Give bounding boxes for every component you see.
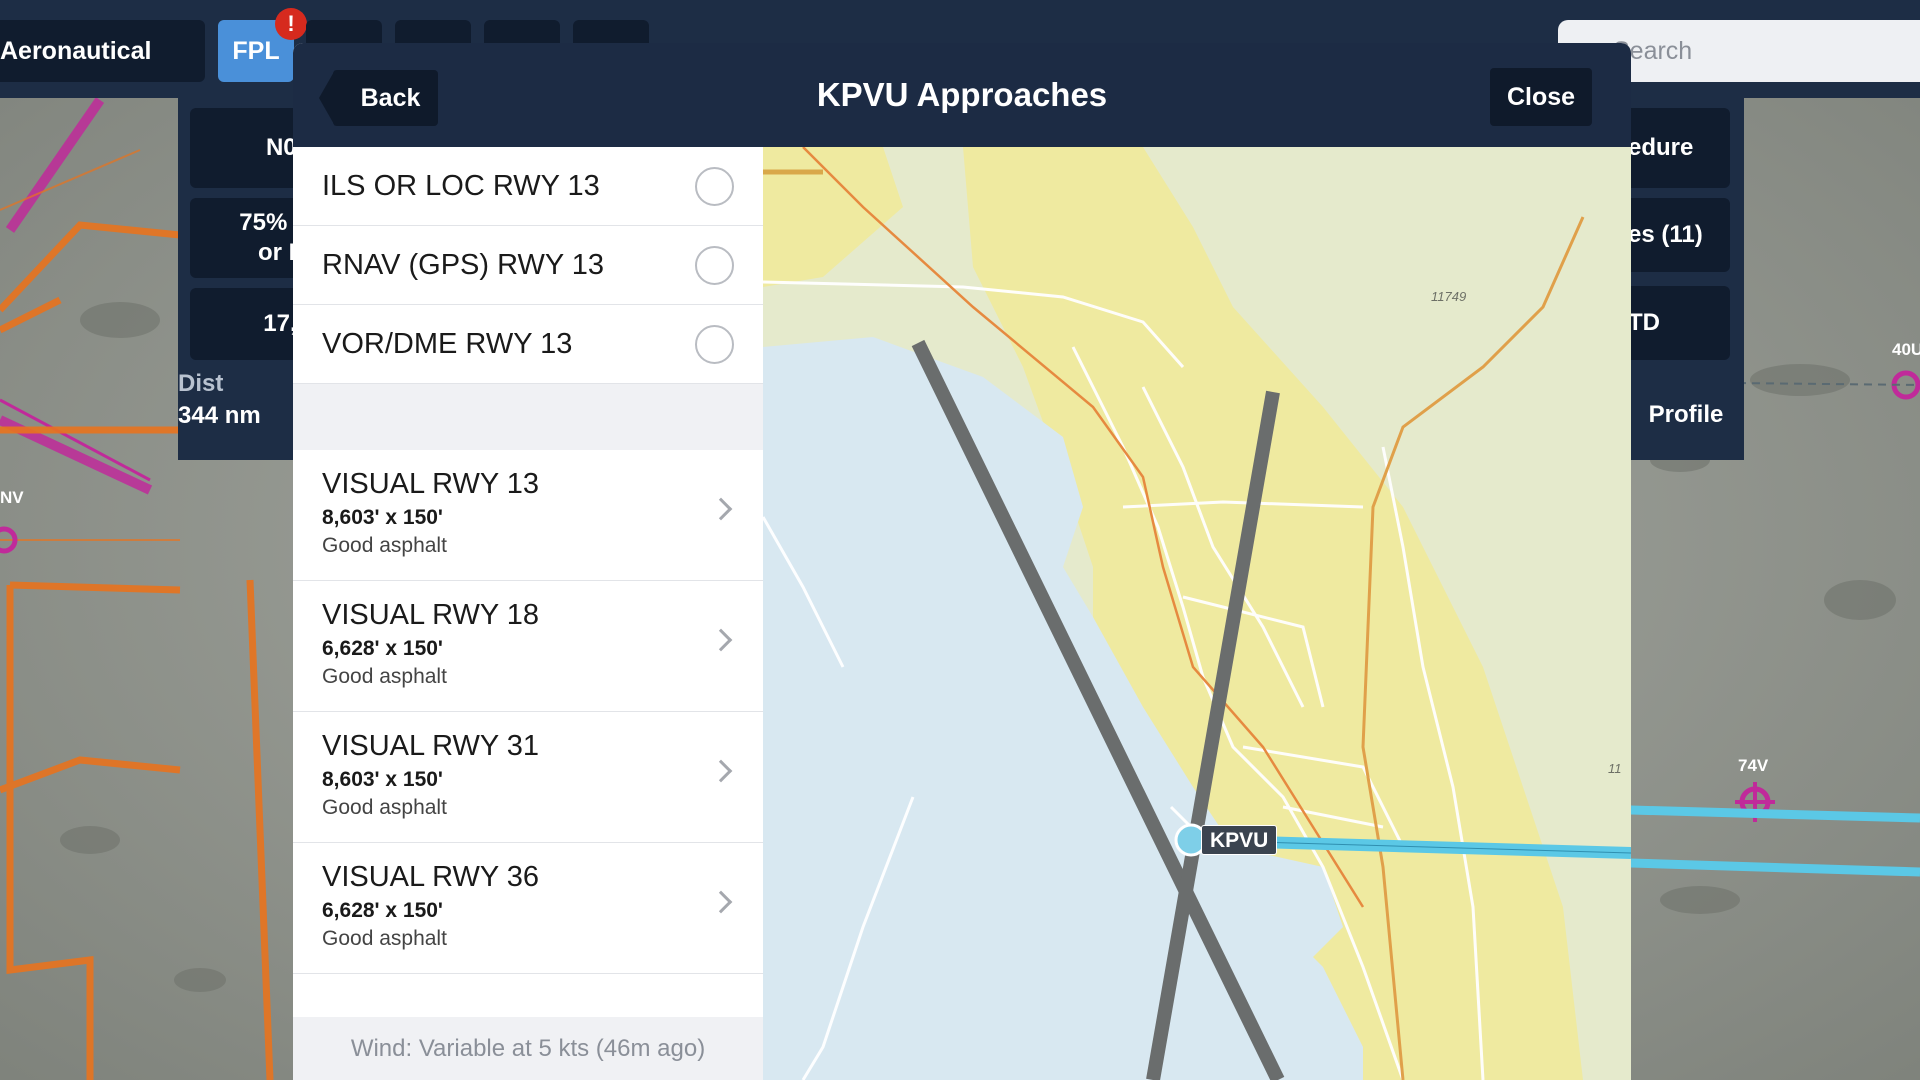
elevation-label-2: 11 (1608, 761, 1622, 776)
runway-dimensions: 6,628' x 150' (322, 899, 443, 922)
procedure-label: edure (1628, 134, 1694, 161)
back-button[interactable]: Back (333, 70, 438, 126)
altitude-field[interactable]: 17,0 (190, 288, 310, 360)
routes-button[interactable]: es (11) (1620, 198, 1730, 272)
radio-button[interactable] (695, 167, 734, 206)
map-layer-button[interactable]: Aeronautical (0, 20, 205, 82)
power-line-2: or Li (258, 239, 310, 266)
approaches-modal: KPVU Approaches Back Close ILS OR LOC RW… (293, 43, 1631, 1080)
procedure-button[interactable]: edure (1620, 108, 1730, 188)
runway-dimensions: 8,603' x 150' (322, 768, 443, 791)
approach-list: ILS OR LOC RWY 13 RNAV (GPS) RWY 13 VOR/… (293, 147, 763, 1080)
visual-approach-title: VISUAL RWY 13 (322, 468, 540, 500)
visual-approach-title: VISUAL RWY 36 (322, 861, 540, 893)
runway-dimensions: 8,603' x 150' (322, 506, 443, 529)
approach-row-ils[interactable]: ILS OR LOC RWY 13 (293, 147, 763, 226)
waypoint-label-nv: NV (0, 488, 24, 507)
approach-label: RNAV (GPS) RWY 13 (322, 249, 605, 281)
distance-label: Dist (178, 370, 224, 397)
fpl-alert-badge: ! (275, 8, 307, 40)
waypoint-label-40u: 40U (1892, 340, 1920, 359)
chevron-right-icon (709, 890, 733, 914)
chevron-right-icon (709, 497, 733, 521)
distance-value: 344 nm (178, 402, 261, 429)
approach-row-rnav[interactable]: RNAV (GPS) RWY 13 (293, 226, 763, 305)
wind-status: Wind: Variable at 5 kts (46m ago) (293, 1017, 763, 1080)
etd-button[interactable]: TD (1620, 286, 1730, 360)
visual-approach-row-36[interactable]: VISUAL RWY 36 6,628' x 150' Good asphalt (293, 843, 763, 974)
profile-label: Profile (1648, 401, 1724, 428)
modal-title: KPVU Approaches (816, 76, 1108, 113)
runway-surface: Good asphalt (322, 796, 447, 819)
airport-map[interactable]: 11749 11 KPVU (763, 147, 1631, 1080)
approach-label: ILS OR LOC RWY 13 (322, 170, 600, 202)
profile-button[interactable]: Profile (1631, 384, 1741, 446)
airport-identifier-label[interactable]: KPVU (1201, 825, 1278, 855)
waypoint-label-74v: 74V (1738, 756, 1769, 775)
distance-readout: Dist 344 nm (178, 370, 298, 460)
runway-dimensions: 6,628' x 150' (322, 637, 443, 660)
runway-surface: Good asphalt (322, 927, 447, 950)
approach-label: VOR/DME RWY 13 (322, 328, 573, 360)
approach-row-vor[interactable]: VOR/DME RWY 13 (293, 305, 763, 384)
elevation-label: 11749 (1431, 289, 1467, 304)
runway-surface: Good asphalt (322, 665, 447, 688)
route-field[interactable]: N03 (190, 108, 310, 188)
visual-approach-title: VISUAL RWY 18 (322, 599, 540, 631)
power-line-1: 75% P (239, 209, 310, 236)
etd-label: TD (1628, 309, 1660, 336)
radio-button[interactable] (695, 325, 734, 364)
radio-button[interactable] (695, 246, 734, 285)
visual-approach-row-13[interactable]: VISUAL RWY 13 8,603' x 150' Good asphalt (293, 450, 763, 581)
modal-header: KPVU Approaches Back Close (293, 43, 1631, 147)
visual-approach-row-31[interactable]: VISUAL RWY 31 8,603' x 150' Good asphalt (293, 712, 763, 843)
visual-approach-title: VISUAL RWY 31 (322, 730, 540, 762)
close-button[interactable]: Close (1490, 68, 1592, 126)
list-section-divider (293, 384, 763, 450)
runway-surface: Good asphalt (322, 534, 447, 557)
routes-label: es (11) (1628, 221, 1703, 248)
visual-approach-row-18[interactable]: VISUAL RWY 18 6,628' x 150' Good asphalt (293, 581, 763, 712)
power-field[interactable]: 75% P or Li (190, 198, 310, 278)
chevron-right-icon (709, 628, 733, 652)
chevron-right-icon (709, 759, 733, 783)
